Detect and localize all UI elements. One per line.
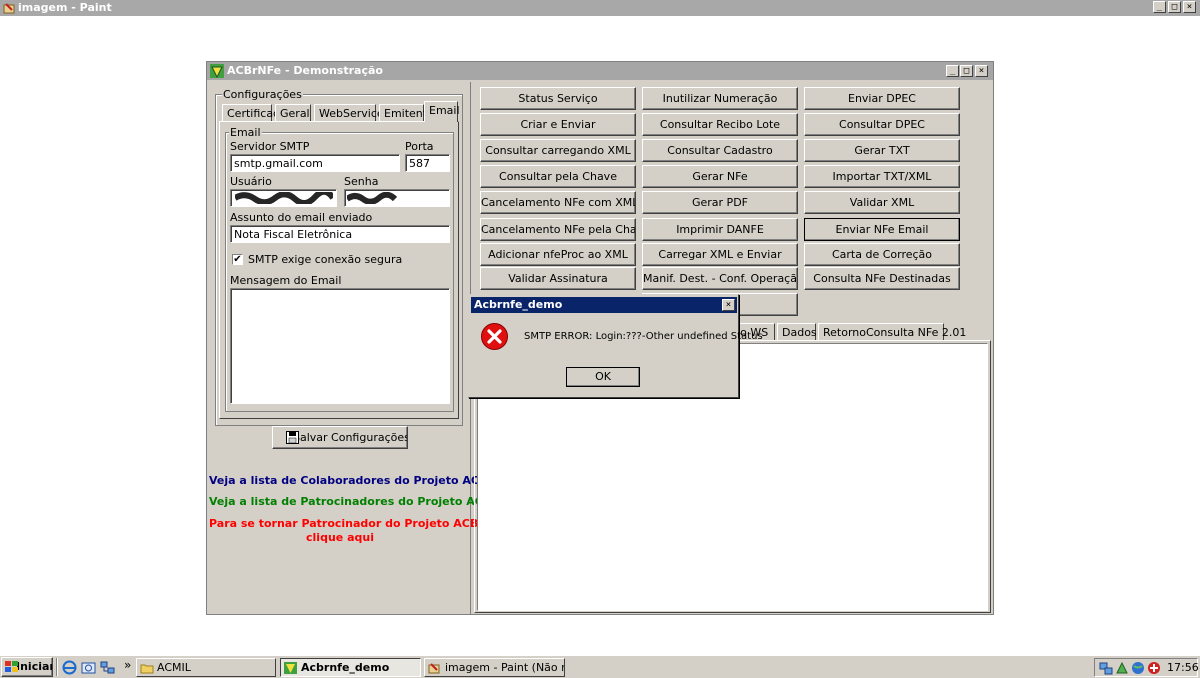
internet-explorer-icon[interactable] xyxy=(62,660,77,675)
dialog-title: Acbrnfe_demo xyxy=(474,298,563,311)
error-icon xyxy=(481,323,508,350)
status-servico-button[interactable]: Status Serviço xyxy=(480,87,636,110)
acbr-app-icon xyxy=(284,662,297,674)
tab-emitente[interactable]: Emitente xyxy=(379,104,434,122)
network-tray-icon[interactable] xyxy=(1099,661,1113,675)
paint-app-icon xyxy=(428,663,440,674)
acbr-app-icon xyxy=(210,64,224,78)
save-config-button[interactable]: Salvar Configurações xyxy=(272,426,408,449)
demo-maximize-button[interactable]: □ xyxy=(960,65,973,77)
clock: 17:56 xyxy=(1167,661,1199,674)
cancelamento-chave-button[interactable]: Cancelamento NFe pela Chave xyxy=(480,218,636,241)
antivirus-tray-icon[interactable] xyxy=(1147,661,1161,675)
redaction-scribble xyxy=(235,192,333,204)
quicklaunch-overflow[interactable]: » xyxy=(124,658,131,672)
carta-correcao-button[interactable]: Carta de Correção xyxy=(804,243,960,266)
subject-input[interactable]: Nota Fiscal Eletrônica xyxy=(230,225,450,243)
gerar-txt-button[interactable]: Gerar TXT xyxy=(804,139,960,162)
left-panel: Configurações Certificado Geral WebServi… xyxy=(209,82,497,614)
consultar-dpec-button[interactable]: Consultar DPEC xyxy=(804,113,960,136)
consultar-carregando-xml-button[interactable]: Consultar carregando XML xyxy=(480,139,636,162)
manif-dest-button[interactable]: Manif. Dest. - Conf. Operação xyxy=(642,267,798,290)
windows-logo-icon xyxy=(5,661,18,672)
task-paint[interactable]: imagem - Paint (Não resp... xyxy=(424,658,565,677)
network-icon[interactable] xyxy=(100,660,115,675)
save-icon xyxy=(286,431,299,444)
gerar-nfe-button[interactable]: Gerar NFe xyxy=(642,165,798,188)
folder-icon xyxy=(140,664,154,674)
imprimir-danfe-button[interactable]: Imprimir DANFE xyxy=(642,218,798,241)
close-button[interactable]: × xyxy=(1183,1,1196,13)
tab-retorno-consulta[interactable]: RetornoConsulta NFe 2.01 xyxy=(818,323,966,341)
demo-window-title: ACBrNFe - Demonstração xyxy=(227,64,383,77)
user-input[interactable] xyxy=(230,189,337,207)
redaction-scribble xyxy=(347,192,397,204)
email-group-label: Email xyxy=(229,126,262,139)
tray-app-icon[interactable] xyxy=(1115,661,1129,675)
secure-connection-label: SMTP exige conexão segura xyxy=(248,253,403,266)
message-label: Mensagem do Email xyxy=(230,274,342,287)
task-label: ACMIL xyxy=(157,661,191,674)
tab-webservice[interactable]: WebService xyxy=(314,104,384,122)
consultar-cadastro-button[interactable]: Consultar Cadastro xyxy=(642,139,798,162)
secure-connection-checkbox[interactable]: ✔ xyxy=(232,254,243,265)
port-input[interactable]: 587 xyxy=(405,154,450,172)
tab-email[interactable]: Email xyxy=(424,101,460,122)
dialog-title-bar: Acbrnfe_demo × xyxy=(471,297,737,313)
tab-certificado[interactable]: Certificado xyxy=(222,104,287,122)
taskbar-divider xyxy=(56,658,58,676)
consulta-nfe-destinadas-button[interactable]: Consulta NFe Destinadas xyxy=(804,267,960,290)
system-tray: 17:56 xyxy=(1094,658,1199,677)
inutilizar-numeracao-button[interactable]: Inutilizar Numeração xyxy=(642,87,798,110)
dialog-close-button[interactable]: × xyxy=(722,299,735,311)
link-colaboradores[interactable]: Veja a lista de Colaboradores do Projeto… xyxy=(209,474,493,487)
message-textarea[interactable] xyxy=(230,288,450,404)
link-clique-aqui[interactable]: clique aqui xyxy=(209,531,471,544)
cancelamento-xml-button[interactable]: Cancelamento NFe com XML xyxy=(480,191,636,214)
paint-window-title: imagem - Paint xyxy=(18,1,112,14)
carregar-xml-enviar-button[interactable]: Carregar XML e Enviar xyxy=(642,243,798,266)
tab-dados[interactable]: Dados xyxy=(777,323,817,341)
gerar-pdf-button[interactable]: Gerar PDF xyxy=(642,191,798,214)
password-label: Senha xyxy=(344,175,379,188)
smtp-server-label: Servidor SMTP xyxy=(230,140,310,153)
criar-enviar-button[interactable]: Criar e Enviar xyxy=(480,113,636,136)
minimize-button[interactable]: _ xyxy=(1153,1,1166,13)
configuracoes-group-label: Configurações xyxy=(222,88,303,101)
password-input[interactable] xyxy=(344,189,450,207)
user-label: Usuário xyxy=(230,175,272,188)
demo-minimize-button[interactable]: _ xyxy=(946,65,959,77)
tab-geral[interactable]: Geral xyxy=(275,104,311,122)
paint-title-bar: imagem - Paint _ □ × xyxy=(0,0,1200,16)
demo-title-bar: ACBrNFe - Demonstração _ □ × xyxy=(207,62,993,80)
error-dialog: Acbrnfe_demo × SMTP ERROR: Login:???-Oth… xyxy=(468,294,763,398)
task-acbrnfe-demo[interactable]: Acbrnfe_demo xyxy=(280,658,421,677)
validar-xml-button[interactable]: Validar XML xyxy=(804,191,960,214)
start-label: Iniciar xyxy=(16,660,53,673)
adicionar-nfeproc-button[interactable]: Adicionar nfeProc ao XML xyxy=(480,243,636,266)
demo-close-button[interactable]: × xyxy=(975,65,988,77)
dialog-message: SMTP ERROR: Login:???-Other undefined St… xyxy=(524,331,763,342)
consultar-chave-button[interactable]: Consultar pela Chave xyxy=(480,165,636,188)
maximize-button[interactable]: □ xyxy=(1168,1,1181,13)
paint-app-icon xyxy=(3,3,15,14)
task-label: Acbrnfe_demo xyxy=(301,661,390,674)
port-label: Porta xyxy=(405,140,434,153)
link-patrocinar[interactable]: Para se tornar Patrocinador do Projeto A… xyxy=(209,517,486,530)
start-button[interactable]: Iniciar xyxy=(1,657,53,677)
enviar-nfe-email-button[interactable]: Enviar NFe Email xyxy=(804,218,960,241)
validar-assinatura-button[interactable]: Validar Assinatura xyxy=(480,267,636,290)
taskbar: Iniciar » ACMIL Acbrnfe_demo imagem - Pa… xyxy=(0,655,1200,678)
subject-label: Assunto do email enviado xyxy=(230,211,373,224)
consultar-recibo-lote-button[interactable]: Consultar Recibo Lote xyxy=(642,113,798,136)
smtp-server-input[interactable]: smtp.gmail.com xyxy=(230,154,400,172)
enviar-dpec-button[interactable]: Enviar DPEC xyxy=(804,87,960,110)
globe-tray-icon[interactable] xyxy=(1131,661,1145,675)
importar-txt-xml-button[interactable]: Importar TXT/XML xyxy=(804,165,960,188)
ok-button[interactable]: OK xyxy=(566,367,640,387)
link-patrocinadores[interactable]: Veja a lista de Patrocinadores do Projet… xyxy=(209,495,497,508)
outlook-express-icon[interactable] xyxy=(81,660,96,675)
task-acmil[interactable]: ACMIL xyxy=(136,658,276,677)
task-label: imagem - Paint (Não resp... xyxy=(445,661,564,674)
